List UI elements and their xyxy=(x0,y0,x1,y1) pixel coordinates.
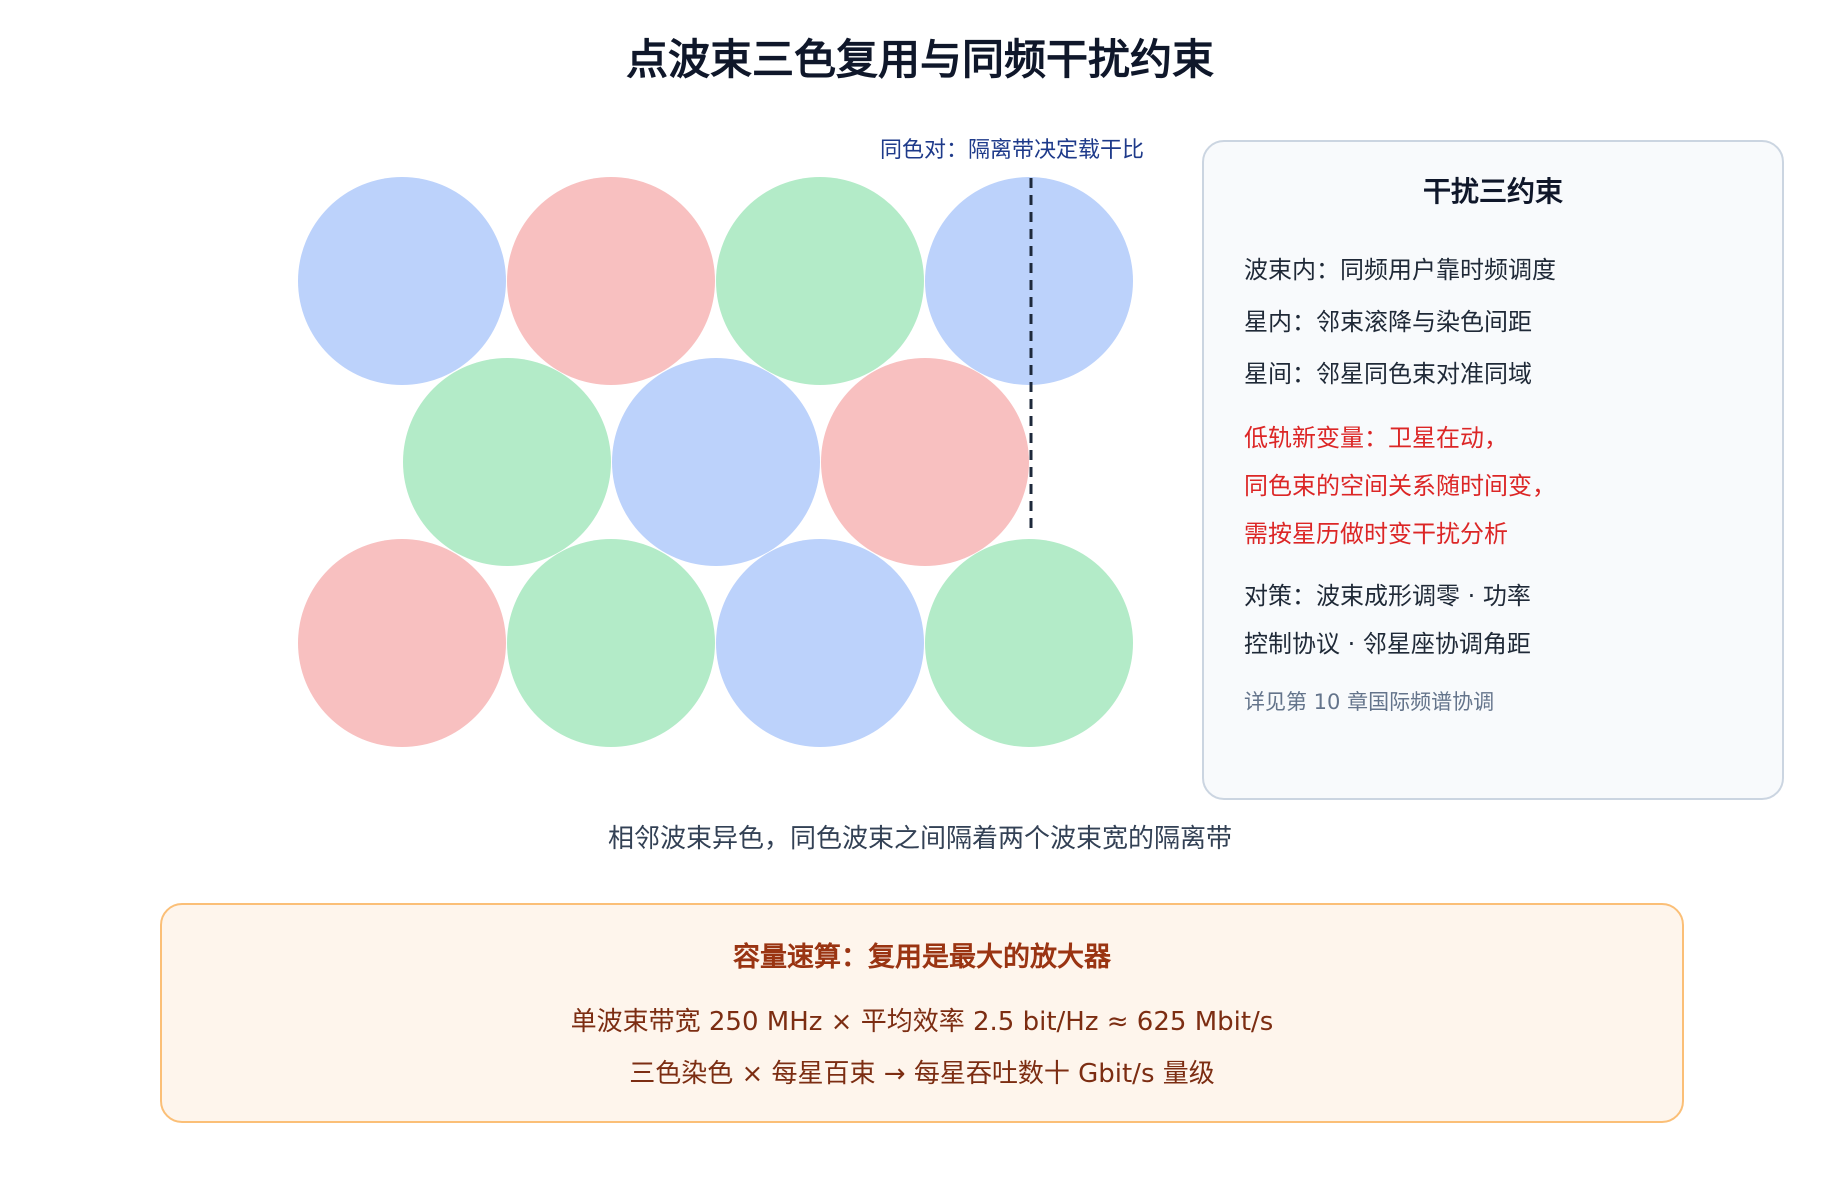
capacity-estimate-box: 容量速算：复用是最大的放大器 单波束带宽 250 MHz × 平均效率 2.5 … xyxy=(160,903,1684,1123)
chapter-reference-note: 详见第 10 章国际频谱协调 xyxy=(1244,690,1495,714)
beam-red-r2-c3 xyxy=(821,358,1029,566)
beam-green-r1-c3 xyxy=(716,177,924,385)
countermeasure-block: 对策：波束成形调零 · 功率 控制协议 · 邻星座协调角距 xyxy=(1244,572,1742,668)
beam-green-r2-c1 xyxy=(403,358,611,566)
capacity-line-2: 三色染色 × 每星百束 → 每星吞吐数十 Gbit/s 量级 xyxy=(629,1059,1215,1089)
diagram-caption: 相邻波束异色，同色波束之间隔着两个波束宽的隔离带 xyxy=(607,824,1232,854)
constraint-list: 波束内：同频用户靠时频调度 星内：邻束滚降与染色间距 星间：邻星同色束对准同域 xyxy=(1244,244,1742,400)
beam-blue-r1-c4 xyxy=(925,177,1133,385)
leo-variable-line-1: 低轨新变量：卫星在动， xyxy=(1244,424,1508,452)
leo-variable-block: 低轨新变量：卫星在动， 同色束的空间关系随时间变， 需按星历做时变干扰分析 xyxy=(1244,414,1742,558)
countermeasure-line-1: 对策：波束成形调零 · 功率 xyxy=(1244,582,1531,610)
beam-blue-r1-c1 xyxy=(298,177,506,385)
interference-constraints-panel: 干扰三约束 波束内：同频用户靠时频调度 星内：邻束滚降与染色间距 星间：邻星同色… xyxy=(1202,140,1784,800)
beam-red-r3-c1 xyxy=(298,539,506,747)
beam-blue-r2-c2 xyxy=(612,358,820,566)
countermeasure-line-2: 控制协议 · 邻星座协调角距 xyxy=(1244,630,1531,658)
constraint-intra-satellite: 星内：邻束滚降与染色间距 xyxy=(1244,308,1532,336)
beam-blue-r3-c3 xyxy=(716,539,924,747)
leo-variable-line-2: 同色束的空间关系随时间变， xyxy=(1244,472,1556,500)
capacity-line-1: 单波束带宽 250 MHz × 平均效率 2.5 bit/Hz ≈ 625 Mb… xyxy=(570,1007,1274,1037)
beam-green-r3-c4 xyxy=(925,539,1133,747)
capacity-title: 容量速算：复用是最大的放大器 xyxy=(733,942,1111,973)
leo-variable-line-3: 需按星历做时变干扰分析 xyxy=(1244,520,1508,548)
constraint-inter-satellite: 星间：邻星同色束对准同域 xyxy=(1244,360,1532,388)
beam-red-r1-c2 xyxy=(507,177,715,385)
beam-green-r3-c2 xyxy=(507,539,715,747)
panel-title: 干扰三约束 xyxy=(1422,175,1563,208)
constraint-intra-beam: 波束内：同频用户靠时频调度 xyxy=(1244,256,1556,284)
